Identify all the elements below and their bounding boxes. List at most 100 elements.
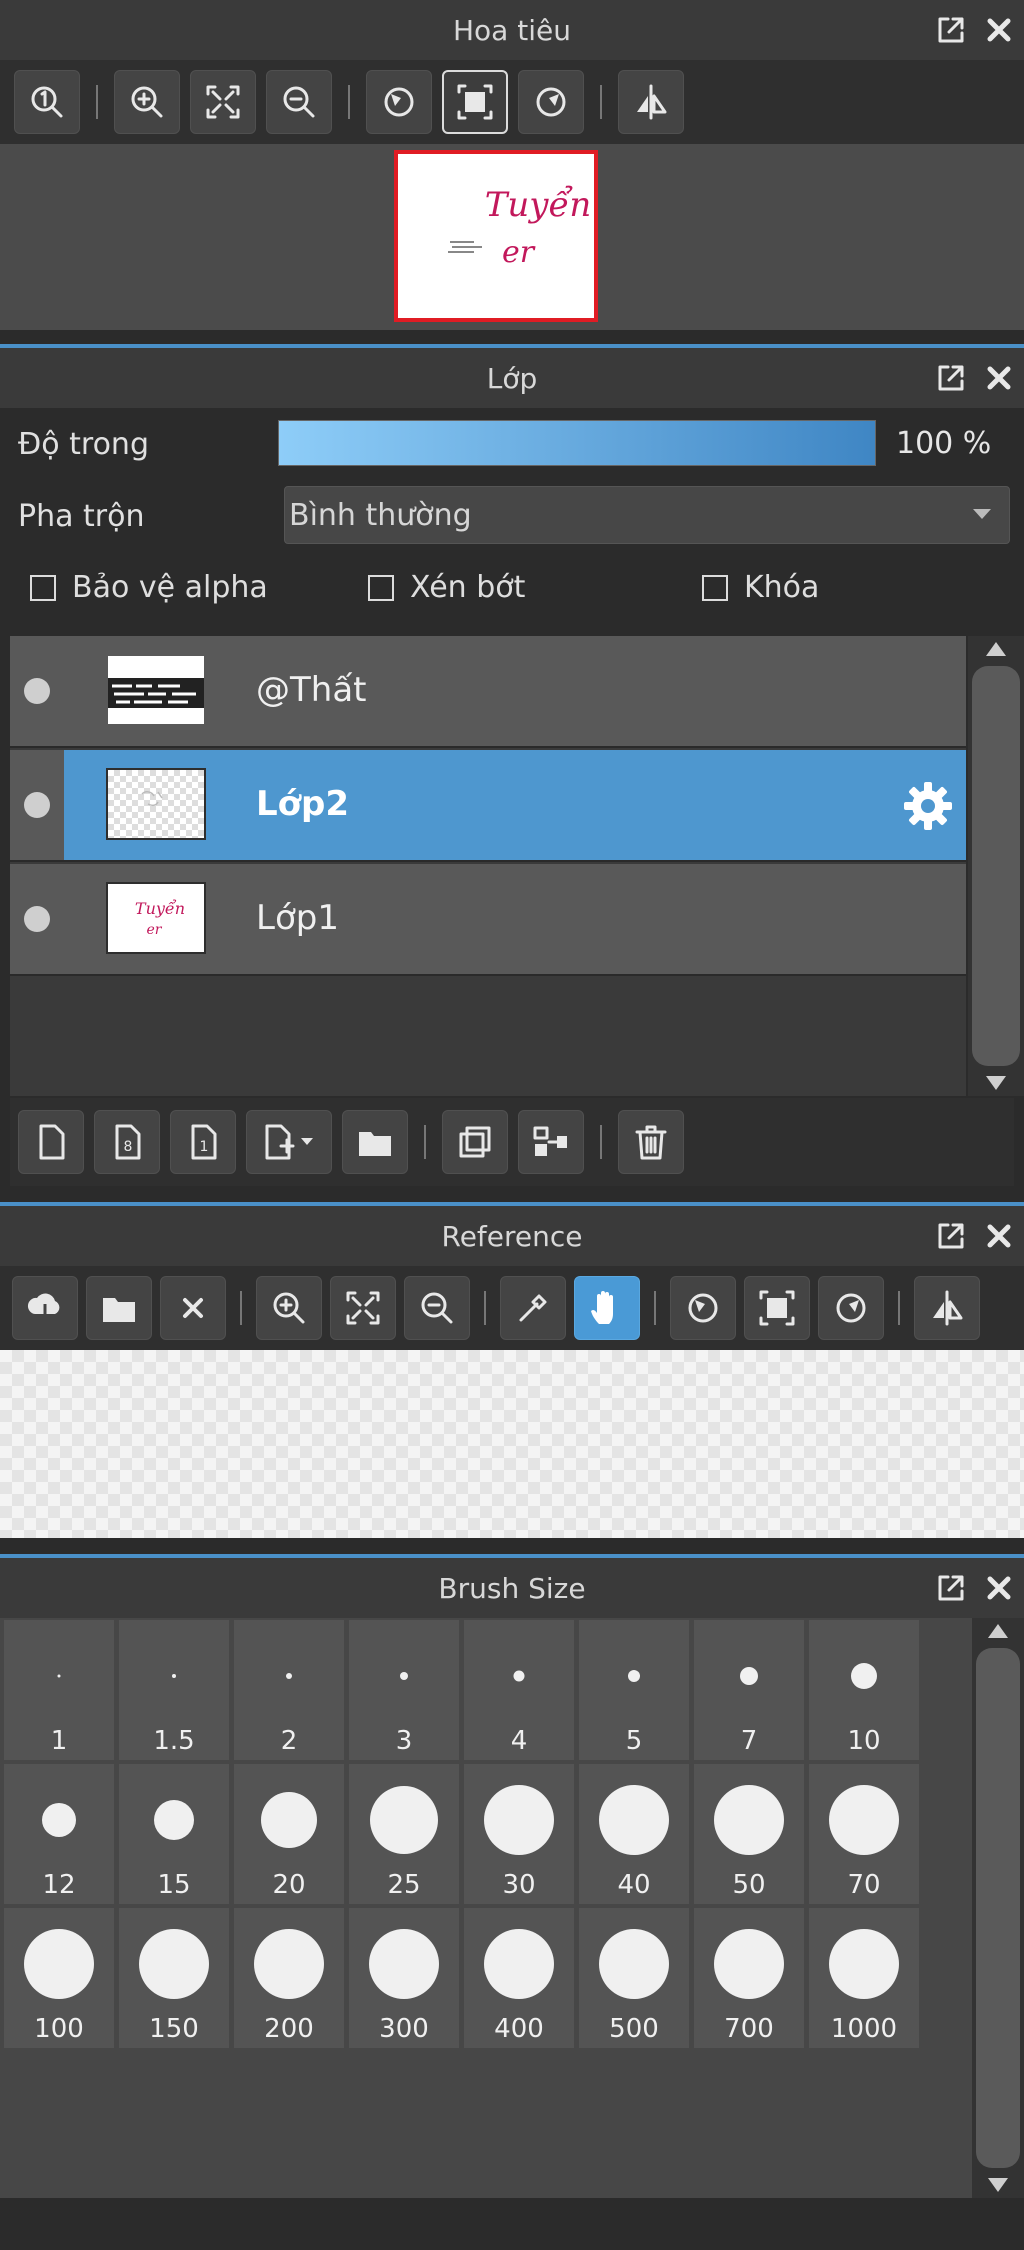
brush-size-cell[interactable]: 30: [464, 1764, 574, 1904]
brush-size-label: 4: [510, 1726, 528, 1756]
delete-layer-button[interactable]: [618, 1110, 684, 1174]
protect-alpha-checkbox[interactable]: Bảo vệ alpha: [30, 570, 268, 605]
rotate-right-button[interactable]: [518, 70, 584, 134]
layer-options-row: Bảo vệ alpha Xén bớt Khóa: [0, 552, 1024, 628]
visibility-toggle[interactable]: [24, 678, 50, 704]
fit-window-button[interactable]: [330, 1276, 396, 1340]
rotate-right-button[interactable]: [818, 1276, 884, 1340]
new-8bit-layer-button[interactable]: 8: [94, 1110, 160, 1174]
brush-size-cell[interactable]: 150: [119, 1908, 229, 2048]
eyedropper-button[interactable]: [500, 1276, 566, 1340]
add-layer-dropdown-button[interactable]: [246, 1110, 332, 1174]
brush-size-cell[interactable]: 500: [579, 1908, 689, 2048]
zoom-in-button[interactable]: [114, 70, 180, 134]
separator: [898, 1291, 900, 1325]
rotate-left-button[interactable]: [670, 1276, 736, 1340]
brush-size-cell[interactable]: 200: [234, 1908, 344, 2048]
brush-size-label: 20: [272, 1870, 306, 1900]
brush-size-cell[interactable]: 12: [4, 1764, 114, 1904]
navigator-thumbnail[interactable]: Tuyển er: [394, 150, 598, 322]
navigator-preview-area[interactable]: Tuyển er: [0, 144, 1024, 330]
close-icon[interactable]: [982, 1571, 1016, 1605]
svg-text:1: 1: [200, 1139, 209, 1155]
scroll-down-icon[interactable]: [986, 1076, 1006, 1090]
brush-size-cell[interactable]: 1: [4, 1620, 114, 1760]
close-icon[interactable]: [982, 13, 1016, 47]
layer-row[interactable]: @Thất: [10, 636, 966, 748]
load-from-cloud-button[interactable]: [12, 1276, 78, 1340]
brush-size-label: 1000: [830, 2014, 898, 2044]
popout-icon[interactable]: [934, 1571, 968, 1605]
rotate-left-button[interactable]: [366, 70, 432, 134]
zoom-in-button[interactable]: [256, 1276, 322, 1340]
layer-title-bar[interactable]: Lớp: [0, 344, 1024, 408]
separator: [484, 1291, 486, 1325]
zoom-out-button[interactable]: [266, 70, 332, 134]
gear-icon[interactable]: [900, 778, 956, 834]
clipping-checkbox[interactable]: Xén bớt: [368, 570, 525, 605]
reference-toolbar: [0, 1266, 1024, 1350]
brush-size-label: 1: [50, 1726, 68, 1756]
reset-view-button[interactable]: [442, 70, 508, 134]
brush-size-cell[interactable]: 5: [579, 1620, 689, 1760]
opacity-slider[interactable]: [278, 420, 876, 466]
brush-size-cell[interactable]: 1000: [809, 1908, 919, 2048]
brush-size-cell[interactable]: 100: [4, 1908, 114, 2048]
navigator-title-bar[interactable]: Hoa tiêu: [0, 0, 1024, 60]
new-1bit-layer-button[interactable]: 1: [170, 1110, 236, 1174]
reference-canvas[interactable]: [0, 1350, 1024, 1538]
brush-size-cell[interactable]: 20: [234, 1764, 344, 1904]
merge-down-button[interactable]: [518, 1110, 584, 1174]
layer-list-scrollbar[interactable]: [968, 636, 1024, 1096]
scrollbar-thumb[interactable]: [972, 666, 1020, 1066]
svg-text:Tuyển: Tuyển: [135, 899, 185, 918]
new-folder-button[interactable]: [342, 1110, 408, 1174]
brush-size-cell[interactable]: 700: [694, 1908, 804, 2048]
brush-size-label: 10: [847, 1726, 881, 1756]
brush-size-cell[interactable]: 15: [119, 1764, 229, 1904]
brush-size-cell[interactable]: 50: [694, 1764, 804, 1904]
reference-title-bar[interactable]: Reference: [0, 1202, 1024, 1266]
scroll-up-icon[interactable]: [986, 642, 1006, 656]
layer-row-selected[interactable]: Lớp2: [10, 750, 966, 862]
zoom-actual-button[interactable]: [14, 70, 80, 134]
flip-horizontal-button[interactable]: [914, 1276, 980, 1340]
popout-icon[interactable]: [934, 361, 968, 395]
brush-size-cell[interactable]: 2: [234, 1620, 344, 1760]
brush-size-cell[interactable]: 25: [349, 1764, 459, 1904]
brush-preview-dot: [369, 1929, 439, 1999]
brush-size-label: 150: [149, 2014, 199, 2044]
brush-size-cell[interactable]: 400: [464, 1908, 574, 2048]
brush-size-scrollbar[interactable]: [972, 1618, 1024, 2198]
clear-reference-button[interactable]: [160, 1276, 226, 1340]
scrollbar-thumb[interactable]: [976, 1648, 1020, 2168]
popout-icon[interactable]: [934, 13, 968, 47]
zoom-out-button[interactable]: [404, 1276, 470, 1340]
brush-size-cell[interactable]: 10: [809, 1620, 919, 1760]
flip-horizontal-button[interactable]: [618, 70, 684, 134]
hand-tool-button[interactable]: [574, 1276, 640, 1340]
close-icon[interactable]: [982, 1219, 1016, 1253]
duplicate-layer-button[interactable]: [442, 1110, 508, 1174]
fit-window-button[interactable]: [190, 70, 256, 134]
layer-row[interactable]: Tuyển er Lớp1: [10, 864, 966, 976]
new-raster-layer-button[interactable]: [18, 1110, 84, 1174]
popout-icon[interactable]: [934, 1219, 968, 1253]
brush-size-cell[interactable]: 3: [349, 1620, 459, 1760]
blend-mode-select[interactable]: Bình thường: [284, 486, 1010, 544]
brush-size-cell[interactable]: 1.5: [119, 1620, 229, 1760]
reset-view-button[interactable]: [744, 1276, 810, 1340]
scroll-up-icon[interactable]: [988, 1624, 1008, 1638]
brush-size-cell[interactable]: 70: [809, 1764, 919, 1904]
open-folder-button[interactable]: [86, 1276, 152, 1340]
visibility-toggle[interactable]: [24, 906, 50, 932]
lock-checkbox[interactable]: Khóa: [702, 570, 819, 605]
brush-size-cell[interactable]: 7: [694, 1620, 804, 1760]
brush-size-title-bar[interactable]: Brush Size: [0, 1554, 1024, 1618]
visibility-toggle[interactable]: [24, 792, 50, 818]
brush-size-cell[interactable]: 4: [464, 1620, 574, 1760]
close-icon[interactable]: [982, 361, 1016, 395]
brush-size-cell[interactable]: 40: [579, 1764, 689, 1904]
brush-size-cell[interactable]: 300: [349, 1908, 459, 2048]
scroll-down-icon[interactable]: [988, 2178, 1008, 2192]
